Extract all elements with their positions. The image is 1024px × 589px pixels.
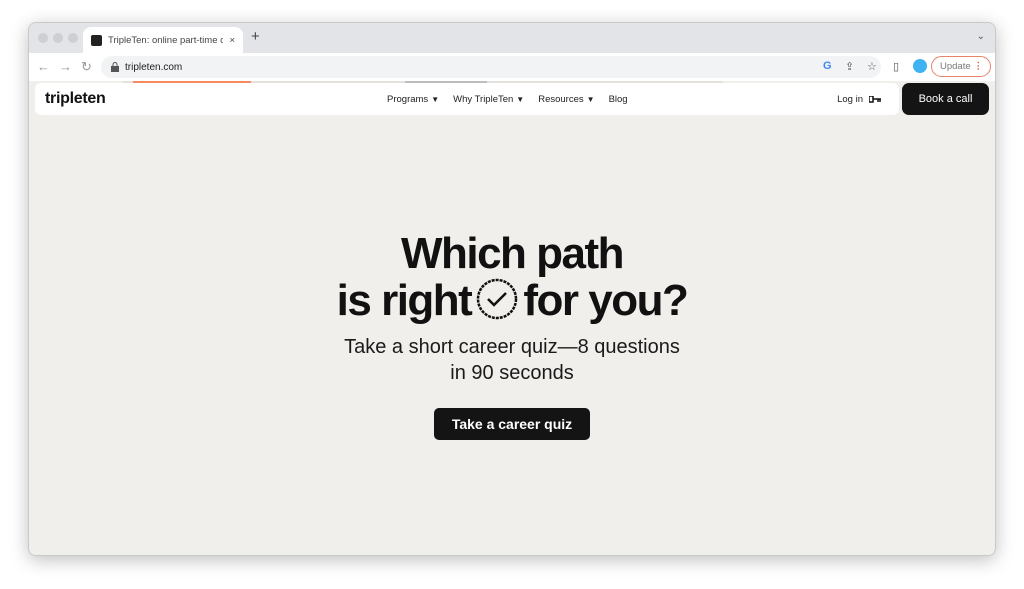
- minimize-window-button[interactable]: [53, 33, 63, 43]
- favicon-icon: [91, 34, 102, 46]
- nav-resources[interactable]: Resources ▼: [538, 94, 594, 105]
- title-line-2b: for you?: [523, 276, 688, 325]
- url-text: tripleten.com: [125, 61, 183, 73]
- nav-programs[interactable]: Programs ▼: [387, 94, 439, 105]
- page-content: tripleten Programs ▼ Why TripleTen ▼ Resou…: [29, 81, 995, 555]
- menu-kebab-icon[interactable]: ⋮: [974, 61, 984, 72]
- share-icon[interactable]: ⇪: [845, 60, 854, 73]
- profile-avatar-icon[interactable]: [913, 59, 927, 73]
- reload-icon[interactable]: ↻: [81, 59, 92, 75]
- caret-down-icon: ▼: [431, 94, 440, 104]
- side-panel-icon[interactable]: ▯: [893, 60, 899, 73]
- close-tab-icon[interactable]: ×: [229, 35, 235, 46]
- back-icon[interactable]: ←: [37, 59, 50, 74]
- tab-search-chevron-icon[interactable]: ⌄: [977, 31, 985, 42]
- address-bar[interactable]: tripleten.com: [101, 56, 881, 78]
- nav-label: Resources: [538, 93, 584, 105]
- close-window-button[interactable]: [38, 33, 48, 43]
- nav-label: Why TripleTen: [453, 93, 514, 105]
- hero-subtitle: Take a short career quiz—8 questions in 9…: [29, 334, 995, 386]
- browser-tab[interactable]: TripleTen: online part-time coding bootc…: [83, 27, 243, 53]
- new-tab-button[interactable]: +: [251, 28, 260, 45]
- tab-bar: TripleTen: online part-time coding bootc…: [29, 23, 995, 53]
- site-navbar: tripleten Programs ▼ Why TripleTen ▼ Resou…: [35, 83, 899, 115]
- nav-why-tripleten[interactable]: Why TripleTen ▼: [453, 94, 524, 105]
- key-icon: [869, 95, 881, 103]
- tab-title: TripleTen: online part-time coding bootc…: [108, 34, 223, 46]
- nav-label: Programs: [387, 93, 429, 105]
- google-icon[interactable]: G: [823, 60, 832, 72]
- caret-down-icon: ▼: [586, 94, 595, 104]
- bookmark-star-icon[interactable]: ☆: [867, 60, 877, 73]
- caret-down-icon: ▼: [516, 94, 525, 104]
- check-circle-icon: [477, 278, 518, 320]
- nav-menu: Programs ▼ Why TripleTen ▼ Resources ▼ Blog: [387, 94, 628, 105]
- nav-blog[interactable]: Blog: [609, 94, 628, 105]
- login-link[interactable]: Log in: [837, 94, 881, 105]
- forward-icon[interactable]: →: [59, 59, 72, 74]
- hero-section: Which path is right for you? Take a short …: [29, 231, 995, 440]
- browser-window: TripleTen: online part-time coding bootc…: [28, 22, 996, 556]
- maximize-window-button[interactable]: [68, 33, 78, 43]
- subtitle-line-2: in 90 seconds: [450, 362, 574, 384]
- subtitle-line-1: Take a short career quiz—8 questions: [344, 336, 680, 358]
- logo[interactable]: tripleten: [45, 90, 106, 108]
- hero-title: Which path is right for you?: [29, 231, 995, 324]
- update-button[interactable]: Update ⋮: [931, 56, 991, 77]
- title-line-1: Which path: [400, 229, 625, 278]
- login-label: Log in: [837, 93, 863, 105]
- update-label: Update: [940, 61, 971, 72]
- address-toolbar: ← → ↻ tripleten.com G ⇪ ☆ ▯ Update ⋮: [29, 53, 995, 81]
- book-a-call-button[interactable]: Book a call: [902, 83, 989, 115]
- lock-icon: [111, 62, 119, 72]
- take-career-quiz-button[interactable]: Take a career quiz: [433, 408, 591, 440]
- title-line-2a: is right: [336, 276, 473, 325]
